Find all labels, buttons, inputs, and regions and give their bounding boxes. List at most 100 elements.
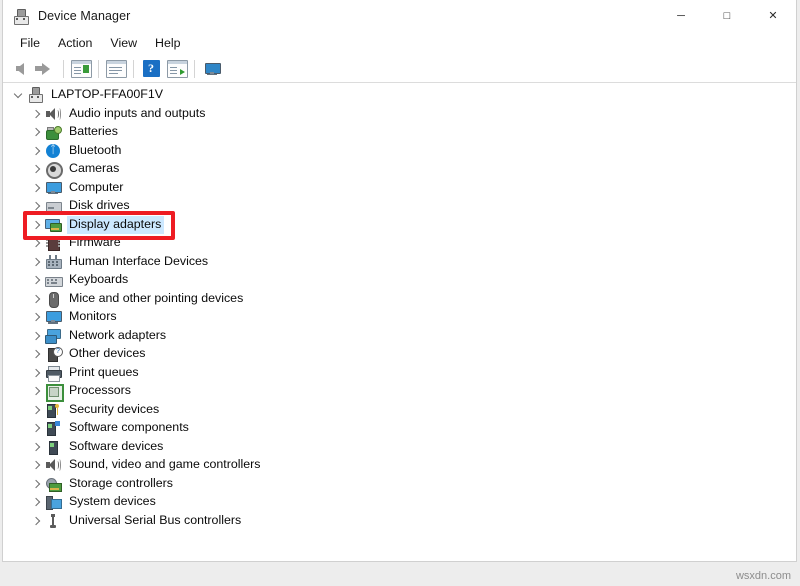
tree-item-network-adapters[interactable]: Network adapters [3, 327, 796, 346]
chevron-right-icon[interactable] [29, 217, 45, 233]
chevron-right-icon[interactable] [29, 346, 45, 362]
firmware-chip-icon [45, 235, 61, 251]
tree-item-label: Software devices [67, 438, 166, 456]
tree-item-firmware[interactable]: Firmware [3, 234, 796, 253]
tree-item-label: Audio inputs and outputs [67, 105, 208, 123]
tree-item-system-devices[interactable]: System devices [3, 493, 796, 512]
tree-item-print-queues[interactable]: Print queues [3, 364, 796, 383]
tree-item-disk-drives[interactable]: Disk drives [3, 197, 796, 216]
chevron-right-icon[interactable] [29, 383, 45, 399]
update-driver-button[interactable] [199, 57, 225, 81]
device-tree[interactable]: LAPTOP-FFA00F1V Audio inputs and outputs… [3, 83, 796, 561]
title-bar: Device Manager ─ □ ✕ [3, 0, 796, 32]
chevron-right-icon[interactable] [29, 457, 45, 473]
show-hide-console-tree-button[interactable] [68, 57, 94, 81]
tree-item-monitors[interactable]: Monitors [3, 308, 796, 327]
chevron-right-icon[interactable] [29, 328, 45, 344]
tree-item-label: Human Interface Devices [67, 253, 211, 271]
tree-item-batteries[interactable]: Batteries [3, 123, 796, 142]
chevron-right-icon[interactable] [29, 309, 45, 325]
software-component-icon [45, 420, 61, 436]
security-device-key-icon [45, 402, 61, 418]
chevron-down-icon[interactable] [11, 87, 27, 103]
tree-item-cameras[interactable]: Cameras [3, 160, 796, 179]
watermark: wsxdn.com [736, 570, 791, 582]
chevron-right-icon[interactable] [29, 494, 45, 510]
scan-hardware-icon [167, 60, 188, 78]
maximize-button[interactable]: □ [704, 0, 750, 32]
chevron-right-icon[interactable] [29, 235, 45, 251]
chevron-right-icon[interactable] [29, 254, 45, 270]
minimize-button[interactable]: ─ [658, 0, 704, 32]
speaker-icon [45, 106, 61, 122]
tree-item-other-devices[interactable]: ? Other devices [3, 345, 796, 364]
tree-item-human-interface-devices[interactable]: Human Interface Devices [3, 253, 796, 272]
tree-item-universal-serial-bus-controllers[interactable]: Universal Serial Bus controllers [3, 512, 796, 531]
keyboard-icon [45, 272, 61, 288]
tree-item-software-components[interactable]: Software components [3, 419, 796, 438]
tree-item-mice-and-other-pointing-devices[interactable]: Mice and other pointing devices [3, 290, 796, 309]
chevron-right-icon[interactable] [29, 420, 45, 436]
chevron-right-icon[interactable] [29, 198, 45, 214]
tree-item-label: Storage controllers [67, 475, 176, 493]
back-button[interactable] [7, 57, 33, 81]
console-tree-icon [71, 60, 92, 78]
chevron-right-icon[interactable] [29, 143, 45, 159]
chevron-right-icon[interactable] [29, 180, 45, 196]
speaker-icon [45, 457, 61, 473]
minimize-icon: ─ [677, 11, 685, 22]
tree-item-label: Sound, video and game controllers [67, 456, 264, 474]
tree-root-item[interactable]: LAPTOP-FFA00F1V [3, 86, 796, 105]
tree-item-bluetooth[interactable]: ᛏ Bluetooth [3, 142, 796, 161]
tree-item-label: Software components [67, 419, 192, 437]
chevron-right-icon[interactable] [29, 272, 45, 288]
tree-item-software-devices[interactable]: Software devices [3, 438, 796, 457]
chevron-right-icon[interactable] [29, 106, 45, 122]
menu-item-view[interactable]: View [101, 34, 146, 53]
tree-item-keyboards[interactable]: Keyboards [3, 271, 796, 290]
tree-item-label: Other devices [67, 345, 148, 363]
chevron-right-icon[interactable] [29, 402, 45, 418]
chevron-right-icon[interactable] [29, 365, 45, 381]
menu-item-action[interactable]: Action [49, 34, 101, 53]
chevron-right-icon[interactable] [29, 161, 45, 177]
help-button[interactable]: ? [138, 57, 164, 81]
tree-item-label: Batteries [67, 123, 121, 141]
tree-item-storage-controllers[interactable]: Storage controllers [3, 475, 796, 494]
tree-item-label: Disk drives [67, 197, 133, 215]
camera-icon [45, 161, 61, 177]
usb-icon [45, 513, 61, 529]
arrow-left-icon [16, 63, 24, 75]
tree-item-label: Display adapters [67, 216, 164, 234]
close-button[interactable]: ✕ [750, 0, 796, 32]
tree-item-processors[interactable]: Processors [3, 382, 796, 401]
scan-for-hardware-changes-button[interactable] [164, 57, 190, 81]
menu-bar: File Action View Help [3, 32, 796, 55]
other-device-question-icon: ? [45, 346, 61, 362]
chevron-right-icon[interactable] [29, 439, 45, 455]
chevron-right-icon[interactable] [29, 476, 45, 492]
tree-item-sound-video-and-game-controllers[interactable]: Sound, video and game controllers [3, 456, 796, 475]
menu-item-file[interactable]: File [11, 34, 49, 53]
tree-item-label: Bluetooth [67, 142, 124, 160]
forward-button[interactable] [33, 57, 59, 81]
chevron-right-icon[interactable] [29, 291, 45, 307]
menu-item-help[interactable]: Help [146, 34, 189, 53]
display-adapter-icon [45, 217, 61, 233]
tree-item-audio-inputs-and-outputs[interactable]: Audio inputs and outputs [3, 105, 796, 124]
tree-item-display-adapters[interactable]: Display adapters [3, 216, 796, 235]
maximize-icon: □ [724, 11, 731, 22]
toolbar-separator [133, 60, 134, 78]
tree-item-label: Processors [67, 382, 134, 400]
chevron-right-icon[interactable] [29, 513, 45, 529]
tree-item-label: Network adapters [67, 327, 169, 345]
tree-item-label: System devices [67, 493, 159, 511]
hid-icon [45, 254, 61, 270]
properties-button[interactable] [103, 57, 129, 81]
chevron-right-icon[interactable] [29, 124, 45, 140]
help-question-icon: ? [143, 60, 160, 77]
tree-item-security-devices[interactable]: Security devices [3, 401, 796, 420]
tree-item-computer[interactable]: Computer [3, 179, 796, 198]
battery-icon [45, 124, 61, 140]
mouse-icon [45, 291, 61, 307]
